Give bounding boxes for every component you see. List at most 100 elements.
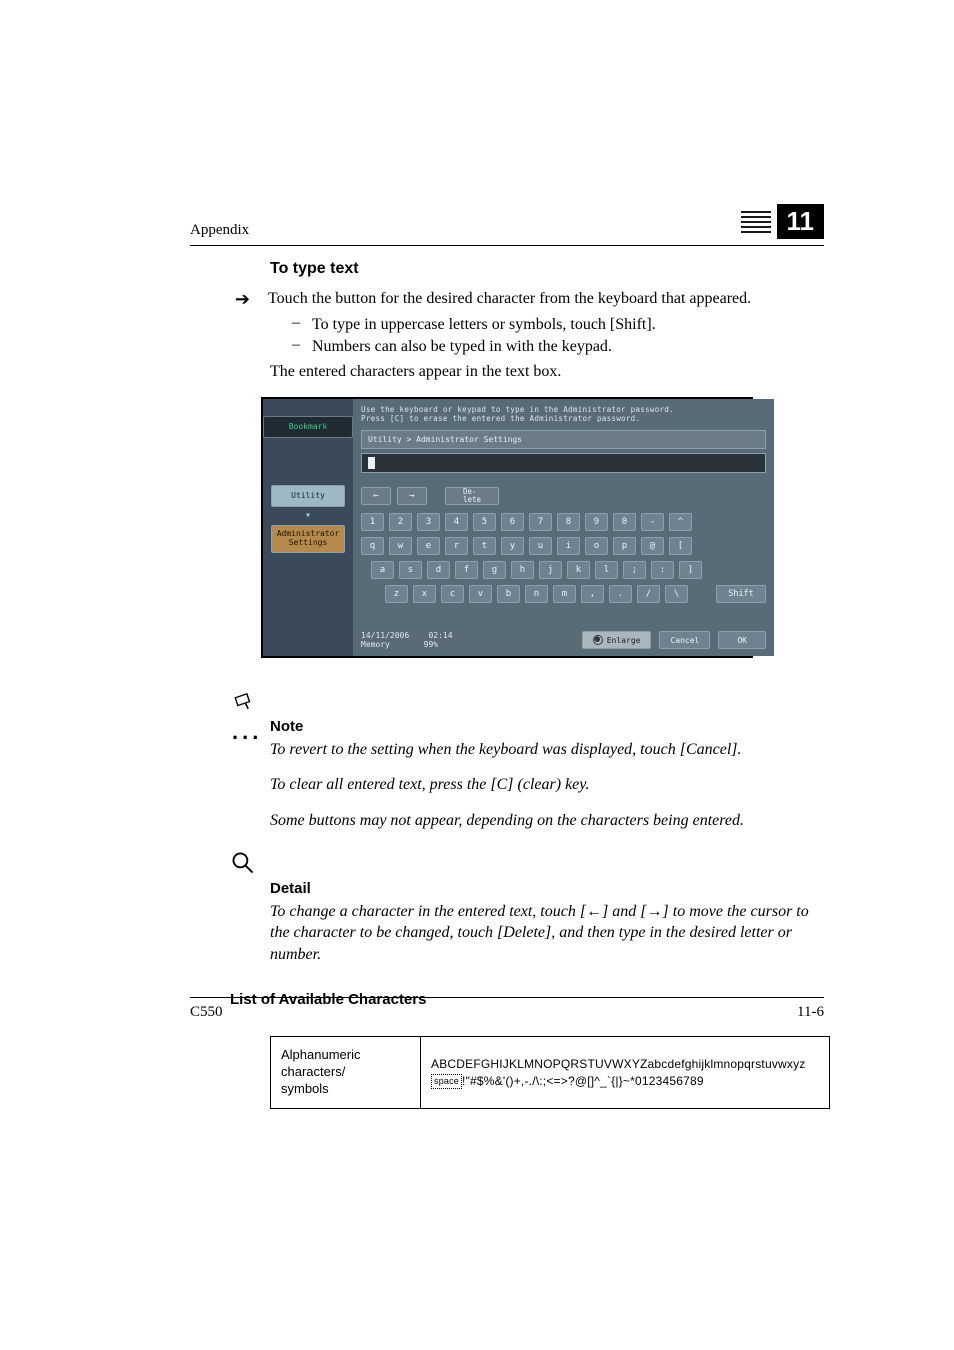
key-l[interactable]: l — [595, 561, 618, 579]
key-z[interactable]: z — [385, 585, 408, 603]
touchscreen-figure: Bookmark Utility ▾ Administrator Setting… — [261, 397, 753, 658]
key-p[interactable]: p — [613, 537, 636, 555]
key-caret[interactable]: ^ — [669, 513, 692, 531]
key-d[interactable]: d — [427, 561, 450, 579]
status-memory-label: Memory — [361, 640, 390, 649]
key-4[interactable]: 4 — [445, 513, 468, 531]
key-a[interactable]: a — [371, 561, 394, 579]
key-at[interactable]: @ — [641, 537, 664, 555]
bullet-dash: – — [292, 336, 302, 358]
crumb-utility[interactable]: Utility — [271, 485, 345, 507]
key-semicolon[interactable]: ; — [623, 561, 646, 579]
key-colon[interactable]: : — [651, 561, 674, 579]
char-line1: ABCDEFGHIJKLMNOPQRSTUVWXYZabcdefghijklmn… — [431, 1057, 806, 1071]
detail-text-b: ] and [ — [602, 903, 646, 920]
key-i[interactable]: i — [557, 537, 580, 555]
shift-button[interactable]: Shift — [716, 585, 766, 603]
kb-row-3: a s d f g h j k l ; : ] — [361, 561, 766, 579]
right-arrow-glyph: → — [647, 903, 663, 920]
kb-row-1: 1 2 3 4 5 6 7 8 9 0 - ^ — [361, 513, 766, 531]
table-row: Alphanumeric characters/ symbols ABCDEFG… — [271, 1037, 830, 1109]
touchscreen-sidebar: Bookmark Utility ▾ Administrator Setting… — [263, 399, 353, 656]
instr-line1: Use the keyboard or keypad to type in th… — [361, 405, 674, 414]
key-period[interactable]: . — [609, 585, 632, 603]
note-p3: Some buttons may not appear, depending o… — [270, 810, 824, 832]
key-b[interactable]: b — [497, 585, 520, 603]
key-w[interactable]: w — [389, 537, 412, 555]
key-5[interactable]: 5 — [473, 513, 496, 531]
key-s[interactable]: s — [399, 561, 422, 579]
key-y[interactable]: y — [501, 537, 524, 555]
key-3[interactable]: 3 — [417, 513, 440, 531]
bullet-dash: – — [292, 314, 302, 336]
onscreen-keyboard: 1 2 3 4 5 6 7 8 9 0 - ^ — [361, 513, 766, 609]
kb-row-2: q w e r t y u i o p @ [ — [361, 537, 766, 555]
key-x[interactable]: x — [413, 585, 436, 603]
cancel-button[interactable]: Cancel — [659, 631, 710, 649]
key-rbracket[interactable]: ] — [679, 561, 702, 579]
detail-text-a: To change a character in the entered tex… — [270, 903, 586, 920]
password-input[interactable] — [361, 453, 766, 473]
kb-row-4: z x c v b n m , . / \ Shift — [361, 585, 766, 603]
delete-button[interactable]: De- lete — [445, 487, 499, 505]
key-2[interactable]: 2 — [389, 513, 412, 531]
key-n[interactable]: n — [525, 585, 548, 603]
key-k[interactable]: k — [567, 561, 590, 579]
key-1[interactable]: 1 — [361, 513, 384, 531]
key-backslash[interactable]: \ — [665, 585, 688, 603]
footer-model: C550 — [190, 1004, 223, 1021]
key-o[interactable]: o — [585, 537, 608, 555]
key-9[interactable]: 9 — [585, 513, 608, 531]
touchscreen-status: 14/11/2006 02:14 Memory 99% — [361, 631, 453, 650]
after-step-text: The entered characters appear in the tex… — [270, 361, 824, 383]
key-q[interactable]: q — [361, 537, 384, 555]
cursor-left-button[interactable]: ← — [361, 487, 391, 505]
instr-line2: Press [C] to erase the entered the Admin… — [361, 414, 640, 423]
key-j[interactable]: j — [539, 561, 562, 579]
char-table-left: Alphanumeric characters/ symbols — [271, 1037, 421, 1109]
key-v[interactable]: v — [469, 585, 492, 603]
crumb-admin-settings[interactable]: Administrator Settings — [271, 525, 345, 553]
key-slash[interactable]: / — [637, 585, 660, 603]
note-heading: Note — [270, 718, 824, 735]
key-g[interactable]: g — [483, 561, 506, 579]
char-line2: !"#$%&'()+,-./\:;<=>?@[]^_`{|}~*01234567… — [462, 1074, 704, 1088]
detail-p1: To change a character in the entered tex… — [270, 901, 824, 966]
key-m[interactable]: m — [553, 585, 576, 603]
substep-1: To type in uppercase letters or symbols,… — [312, 314, 656, 336]
crumb-admin-line2: Settings — [289, 539, 328, 548]
status-date: 14/11/2006 — [361, 631, 409, 640]
key-r[interactable]: r — [445, 537, 468, 555]
ok-button[interactable]: OK — [718, 631, 766, 649]
note-p1: To revert to the setting when the keyboa… — [270, 739, 824, 761]
detail-icon — [230, 850, 256, 876]
space-symbol-box: space — [431, 1074, 462, 1088]
key-e[interactable]: e — [417, 537, 440, 555]
chapter-number: 11 — [777, 204, 825, 239]
key-8[interactable]: 8 — [557, 513, 580, 531]
footer-page: 11-6 — [797, 1004, 824, 1021]
key-7[interactable]: 7 — [529, 513, 552, 531]
breadcrumb-path: Utility > Administrator Settings — [361, 430, 766, 449]
key-comma[interactable]: , — [581, 585, 604, 603]
note-p2: To clear all entered text, press the [C]… — [270, 774, 824, 796]
key-h[interactable]: h — [511, 561, 534, 579]
key-u[interactable]: u — [529, 537, 552, 555]
key-t[interactable]: t — [473, 537, 496, 555]
key-c[interactable]: c — [441, 585, 464, 603]
key-f[interactable]: f — [455, 561, 478, 579]
cursor-right-button[interactable]: → — [397, 487, 427, 505]
bookmark-button[interactable]: Bookmark — [263, 416, 353, 438]
note-dots-icon: ... — [232, 719, 262, 744]
step-text: Touch the button for the desired charact… — [268, 288, 824, 310]
chapter-badge: 11 — [741, 204, 825, 239]
text-cursor-icon — [368, 457, 375, 469]
key-minus[interactable]: - — [641, 513, 664, 531]
key-6[interactable]: 6 — [501, 513, 524, 531]
enlarge-button[interactable]: Enlarge — [582, 631, 652, 649]
key-lbracket[interactable]: [ — [669, 537, 692, 555]
key-0[interactable]: 0 — [613, 513, 636, 531]
subsection-title: To type text — [270, 260, 824, 278]
status-memory-value: 99% — [424, 640, 438, 649]
substep-2: Numbers can also be typed in with the ke… — [312, 336, 612, 358]
